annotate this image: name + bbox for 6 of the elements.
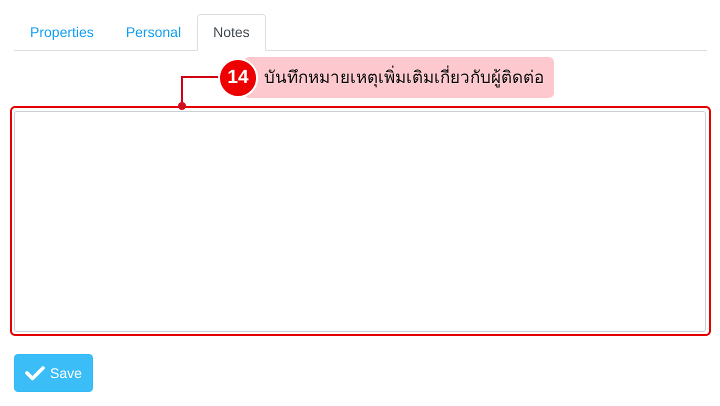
leader-line — [177, 75, 220, 111]
check-icon — [25, 365, 45, 381]
tab[interactable]: Properties — [14, 14, 110, 51]
tab[interactable]: Personal — [110, 14, 198, 51]
save-button[interactable]: Save — [14, 354, 93, 392]
tab[interactable]: Notes — [197, 14, 266, 51]
